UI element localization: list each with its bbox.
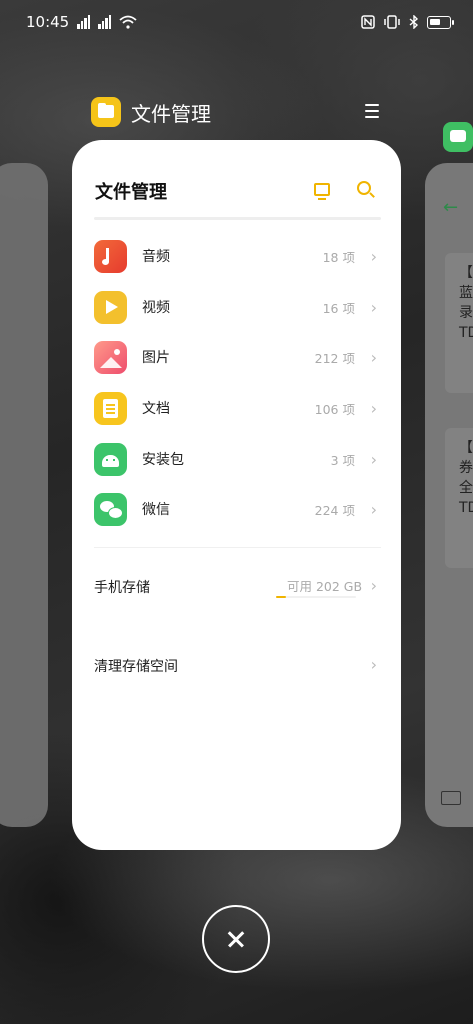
chevron-right-icon: › <box>370 398 377 418</box>
recent-app-card-right[interactable]: ← 【 蓝 录 TD 【 券 全 TD <box>425 163 473 827</box>
list-item: 【 券 全 TD <box>445 428 473 568</box>
app-name: 文件管理 <box>131 101 211 126</box>
category-label: 安装包 <box>142 452 184 468</box>
category-item-documents[interactable]: 文档 106 项 › <box>94 383 381 433</box>
category-label: 音频 <box>142 249 170 265</box>
storage-free-space: 可用 202 GB <box>287 579 363 594</box>
category-count: 3 项 <box>330 452 355 468</box>
picture-icon <box>94 340 127 374</box>
storage-usage-fill <box>276 596 286 598</box>
storage-label: 手机存储 <box>94 580 150 596</box>
wifi-icon <box>119 15 137 29</box>
category-label: 文档 <box>142 401 170 417</box>
chevron-right-icon: › <box>370 449 377 469</box>
close-all-button[interactable] <box>202 905 270 973</box>
status-time: 10:45 <box>26 13 70 31</box>
category-item-pictures[interactable]: 图片 212 项 › <box>94 332 381 382</box>
category-count: 106 项 <box>314 401 355 417</box>
wechat-icon <box>94 492 127 526</box>
category-label: 微信 <box>142 502 170 518</box>
right-item-text: 【 <box>459 265 473 281</box>
signal-icon <box>98 15 112 29</box>
chevron-right-icon: › <box>370 246 377 266</box>
bluetooth-icon <box>409 15 419 29</box>
back-arrow-icon: ← <box>443 197 459 218</box>
chevron-right-icon: › <box>370 347 377 367</box>
right-item-text: 券 <box>459 460 473 476</box>
category-count: 224 项 <box>314 502 355 518</box>
right-item-text: 【 <box>459 440 473 456</box>
right-item-text: 全 <box>459 480 473 496</box>
chevron-right-icon: › <box>370 655 377 674</box>
chevron-right-icon: › <box>370 576 377 595</box>
menu-icon[interactable] <box>365 104 379 118</box>
status-right <box>361 15 454 29</box>
phone-storage-row[interactable]: 手机存储 可用 202 GB › <box>94 570 381 604</box>
divider <box>94 217 381 220</box>
music-icon <box>94 239 127 273</box>
video-icon <box>94 290 127 324</box>
search-icon[interactable] <box>357 181 371 195</box>
signal-icon <box>77 15 91 29</box>
monitor-icon[interactable] <box>314 183 330 200</box>
category-label: 图片 <box>142 350 170 366</box>
card-title-row: 文件管理 <box>95 178 380 204</box>
chevron-right-icon: › <box>370 297 377 317</box>
category-item-video[interactable]: 视频 16 项 › <box>94 282 381 332</box>
nfc-icon <box>361 15 375 29</box>
android-icon <box>94 442 127 476</box>
clean-storage-label: 清理存储空间 <box>94 659 178 675</box>
status-left: 10:45 <box>26 13 137 31</box>
right-item-text: TD <box>459 500 473 516</box>
list-item: 【 蓝 录 TD <box>445 253 473 393</box>
category-count: 18 项 <box>322 249 355 265</box>
app-header: 文件管理 <box>91 92 391 132</box>
page-title: 文件管理 <box>95 182 167 203</box>
divider <box>94 547 381 548</box>
category-item-audio[interactable]: 音频 18 项 › <box>94 231 381 281</box>
chevron-right-icon: › <box>370 499 377 519</box>
keyboard-icon <box>441 791 461 805</box>
category-count: 16 项 <box>322 300 355 316</box>
recent-app-card-file-manager[interactable]: 文件管理 音频 18 项 › 视频 16 项 › 图片 212 项 › 文档 1… <box>72 140 401 850</box>
recent-app-card-left[interactable] <box>0 163 48 827</box>
category-item-wechat[interactable]: 微信 224 项 › <box>94 484 381 534</box>
folder-icon <box>91 97 121 127</box>
right-item-text: TD <box>459 325 473 341</box>
document-icon <box>94 391 127 425</box>
status-bar: 10:45 <box>0 0 473 44</box>
storage-usage-bar <box>276 596 356 598</box>
right-item-text: 录 <box>459 305 473 321</box>
right-item-text: 蓝 <box>459 285 473 301</box>
message-app-icon <box>443 122 473 152</box>
battery-icon <box>427 15 454 29</box>
clean-storage-row[interactable]: 清理存储空间 › <box>94 651 381 681</box>
category-count: 212 项 <box>314 350 355 366</box>
category-item-apk[interactable]: 安装包 3 项 › <box>94 434 381 484</box>
vibrate-icon <box>384 15 400 29</box>
category-label: 视频 <box>142 300 170 316</box>
